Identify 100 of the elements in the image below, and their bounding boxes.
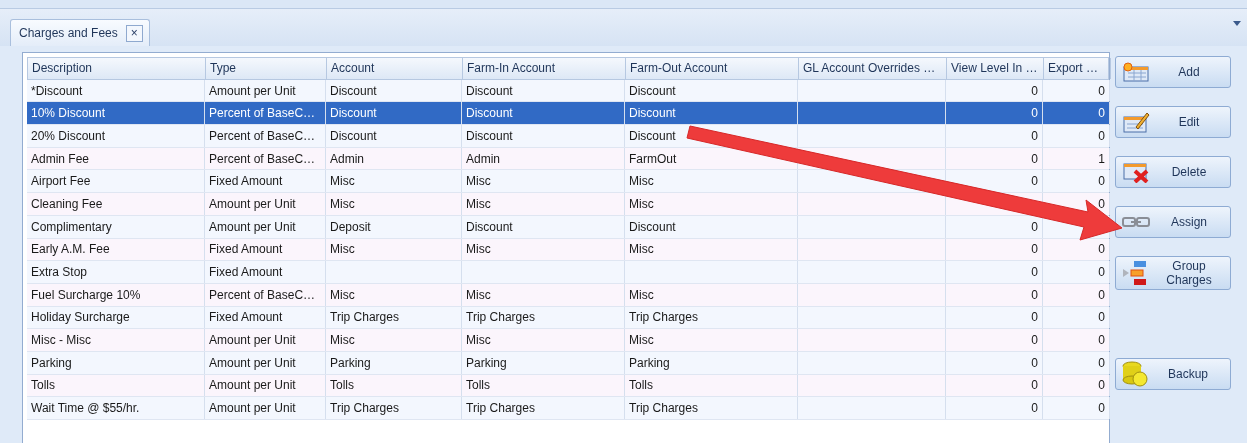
table-cell: Admin bbox=[462, 147, 625, 170]
table-cell: 0 bbox=[946, 306, 1043, 329]
table-row[interactable]: 20% Discount Percent of BaseC… Discount Discount Discount 0 0 bbox=[27, 125, 1109, 148]
coin-stack-icon bbox=[1122, 361, 1148, 387]
table-cell: Misc bbox=[625, 193, 798, 215]
table-row[interactable]: Tolls Amount per Unit Tolls Tolls Tolls 0 0 bbox=[27, 374, 1109, 398]
column-header[interactable]: Description bbox=[28, 58, 206, 79]
column-header[interactable]: Account bbox=[327, 58, 463, 79]
group-button[interactable]: Group Charges bbox=[1115, 256, 1231, 290]
table-cell: Fixed Amount bbox=[205, 238, 326, 261]
table-cell: Trip Charges bbox=[462, 306, 625, 329]
table-cell: Misc bbox=[326, 170, 462, 193]
table-cell: 0 bbox=[1043, 351, 1110, 374]
table-cell: Amount per Unit bbox=[205, 79, 326, 102]
table-cell: *Discount bbox=[27, 79, 205, 102]
table-cell: Extra Stop bbox=[27, 261, 205, 283]
table-cell: Admin bbox=[326, 147, 462, 170]
table-cell: Parking bbox=[326, 351, 462, 374]
table-cell: Discount bbox=[462, 79, 625, 102]
table-cell: 0 bbox=[1043, 374, 1110, 397]
table-cell: 0 bbox=[1043, 102, 1110, 125]
column-header[interactable]: GL Account Overrides … bbox=[799, 58, 947, 79]
table-cell: Discount bbox=[326, 102, 462, 125]
table-cell: 10% Discount bbox=[27, 102, 205, 125]
column-header[interactable]: Farm-In Account bbox=[463, 58, 626, 79]
table-cell: Discount bbox=[326, 125, 462, 147]
table-cell: 20% Discount bbox=[27, 125, 205, 147]
table-cell: Parking bbox=[27, 351, 205, 374]
table-cell: Amount per Unit bbox=[205, 397, 326, 419]
table-cell: Misc - Misc bbox=[27, 329, 205, 351]
table-row[interactable]: Early A.M. Fee Fixed Amount Misc Misc Misc 0 0 bbox=[27, 238, 1109, 262]
table-row[interactable]: Cleaning Fee Amount per Unit Misc Misc Misc 0 bbox=[27, 193, 1109, 216]
table-row[interactable]: Parking Amount per Unit Parking Parking Parking 0 0 bbox=[27, 351, 1109, 375]
table-row[interactable]: 10% Discount Percent of BaseC… Discount Discount Discount 0 0 bbox=[27, 102, 1109, 126]
table-cell: Complimentary bbox=[27, 215, 205, 238]
table-cell: Trip Charges bbox=[326, 397, 462, 419]
column-header[interactable]: Farm-Out Account bbox=[626, 58, 799, 79]
column-header[interactable]: Type bbox=[206, 58, 327, 79]
table-cell: Amount per Unit bbox=[205, 193, 326, 215]
table-cell: Trip Charges bbox=[462, 397, 625, 419]
column-header[interactable]: View Level In … bbox=[947, 58, 1044, 79]
table-cell: Percent of BaseC… bbox=[205, 283, 326, 306]
table-cell: Misc bbox=[462, 170, 625, 193]
table-cell: Parking bbox=[462, 351, 625, 374]
table-row[interactable]: Fuel Surcharge 10% Percent of BaseC… Misc Misc Misc 0 0 bbox=[27, 283, 1109, 307]
table-row[interactable]: Wait Time @ $55/hr. Amount per Unit Trip Charges Trip Charges Trip Charges 0 0 bbox=[27, 397, 1109, 420]
table-cell: 0 bbox=[946, 125, 1043, 147]
table-cell: Amount per Unit bbox=[205, 374, 326, 397]
table-cell: Trip Charges bbox=[326, 306, 462, 329]
column-header[interactable]: Export … bbox=[1044, 58, 1111, 79]
table-cell: Fuel Surcharge 10% bbox=[27, 283, 205, 306]
table-cell: Misc bbox=[326, 238, 462, 261]
table-row[interactable]: *Discount Amount per Unit Discount Discount Discount 0 0 bbox=[27, 79, 1109, 103]
table-cell: Discount bbox=[625, 79, 798, 102]
table-cell: 0 bbox=[946, 238, 1043, 261]
table-row[interactable]: Holiday Surcharge Fixed Amount Trip Charges Trip Charges Trip Charges 0 0 bbox=[27, 306, 1109, 330]
table-cell: 0 bbox=[1043, 261, 1110, 283]
add-button[interactable]: Add bbox=[1115, 56, 1231, 88]
table-cell: 0 bbox=[946, 79, 1043, 102]
table-delete-icon bbox=[1122, 161, 1150, 183]
table-cell: Misc bbox=[625, 238, 798, 261]
table-cell: Tolls bbox=[326, 374, 462, 397]
table-cell: Fixed Amount bbox=[205, 170, 326, 193]
table-cell: 0 bbox=[1043, 170, 1110, 193]
table-cell: Parking bbox=[625, 351, 798, 374]
dropdown-icon[interactable] bbox=[1233, 21, 1241, 26]
table-cell: Admin Fee bbox=[27, 147, 205, 170]
table-cell: 0 bbox=[1043, 79, 1110, 102]
table-cell: Misc bbox=[625, 170, 798, 193]
document-tab[interactable]: Charges and Fees × bbox=[10, 19, 150, 46]
edit-button[interactable]: Edit bbox=[1115, 106, 1231, 138]
table-row[interactable]: Misc - Misc Amount per Unit Misc Misc Misc 0 0 bbox=[27, 329, 1109, 352]
table-cell: Misc bbox=[462, 193, 625, 215]
table-cell: Misc bbox=[625, 283, 798, 306]
table-cell: 0 bbox=[946, 147, 1043, 170]
table-cell: Holiday Surcharge bbox=[27, 306, 205, 329]
table-cell: 1 bbox=[1043, 147, 1110, 170]
table-cell: Deposit bbox=[326, 215, 462, 238]
table-cell: Misc bbox=[462, 329, 625, 351]
assign-button[interactable]: Assign bbox=[1115, 206, 1231, 238]
table-add-icon bbox=[1122, 62, 1150, 82]
table-cell: 0 bbox=[946, 329, 1043, 351]
delete-button[interactable]: Delete bbox=[1115, 156, 1231, 188]
table-cell: Fixed Amount bbox=[205, 306, 326, 329]
table-cell: Misc bbox=[462, 238, 625, 261]
table-cell: Misc bbox=[462, 283, 625, 306]
table-cell: Amount per Unit bbox=[205, 351, 326, 374]
table-cell: Amount per Unit bbox=[205, 329, 326, 351]
close-button[interactable]: × bbox=[125, 24, 143, 42]
table-row[interactable]: Extra Stop Fixed Amount 0 0 bbox=[27, 261, 1109, 284]
table-cell: Cleaning Fee bbox=[27, 193, 205, 215]
backup-button[interactable]: Backup bbox=[1115, 358, 1231, 390]
table-cell: 0 bbox=[946, 283, 1043, 306]
table-cell: 0 bbox=[946, 397, 1043, 419]
table-cell: 0 bbox=[946, 374, 1043, 397]
table-cell: Discount bbox=[625, 102, 798, 125]
table-cell: 0 bbox=[1043, 283, 1110, 306]
table-row[interactable]: Airport Fee Fixed Amount Misc Misc Misc 0 0 bbox=[27, 170, 1109, 194]
table-cell: 0 bbox=[1043, 306, 1110, 329]
table-cell: 0 bbox=[946, 351, 1043, 374]
